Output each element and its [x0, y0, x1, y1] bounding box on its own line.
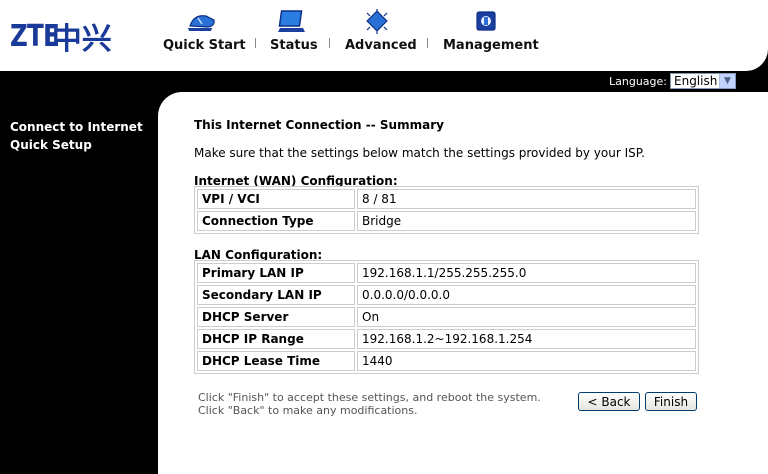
table-row: DHCP Lease Time 1440: [197, 351, 696, 371]
table-row: DHCP IP Range 192.168.1.2~192.168.1.254: [197, 329, 696, 349]
row-value: 1440: [357, 351, 696, 371]
nav-separator: [255, 38, 256, 48]
row-value: 192.168.1.2~192.168.1.254: [357, 329, 696, 349]
nav-label: Quick Start: [163, 38, 246, 53]
logo-chinese: 中兴: [51, 22, 112, 57]
shoe-icon: [188, 15, 215, 31]
row-value: 0.0.0.0/0.0.0.0: [357, 285, 696, 305]
nav-label: Management: [443, 38, 539, 53]
chevron-down-icon[interactable]: ▼: [719, 74, 735, 88]
intro-text: Make sure that the settings below match …: [194, 146, 645, 160]
monitor-icon: [278, 10, 305, 32]
nav-status[interactable]: Status: [270, 8, 318, 53]
nav-label: Advanced: [345, 38, 417, 53]
header-banner: ZTE 中兴 Quick Start Status Advanced Manag…: [0, 0, 768, 71]
nav-management[interactable]: Management: [443, 8, 539, 53]
nav-quick-start[interactable]: Quick Start: [163, 8, 246, 53]
chip-icon: [366, 9, 388, 34]
row-value: 8 / 81: [357, 189, 696, 209]
language-select[interactable]: English ▼: [670, 73, 736, 89]
row-key: Primary LAN IP: [197, 263, 355, 283]
zte-logo[interactable]: ZTE 中兴: [10, 16, 112, 58]
back-button[interactable]: < Back: [578, 392, 640, 411]
table-row: Secondary LAN IP 0.0.0.0/0.0.0.0: [197, 285, 696, 305]
lan-table: Primary LAN IP 192.168.1.1/255.255.255.0…: [194, 260, 699, 374]
nav-advanced[interactable]: Advanced: [345, 8, 417, 53]
table-row: DHCP Server On: [197, 307, 696, 327]
note-line-finish: Click "Finish" to accept these settings,…: [198, 391, 541, 404]
row-key: DHCP IP Range: [197, 329, 355, 349]
table-row: VPI / VCI 8 / 81: [197, 189, 696, 209]
wan-table: VPI / VCI 8 / 81 Connection Type Bridge: [194, 186, 699, 234]
sidebar: Connect to Internet Quick Setup: [10, 118, 155, 154]
row-key: Secondary LAN IP: [197, 285, 355, 305]
logo-text: ZTE: [10, 18, 60, 54]
table-row: Connection Type Bridge: [197, 211, 696, 231]
row-key: DHCP Lease Time: [197, 351, 355, 371]
row-key: DHCP Server: [197, 307, 355, 327]
note-line-back: Click "Back" to make any modifications.: [198, 404, 418, 417]
finish-button[interactable]: Finish: [645, 392, 697, 411]
toolbox-icon: [476, 11, 496, 31]
page-title: This Internet Connection -- Summary: [194, 118, 444, 132]
language-bar: Language: English ▼: [609, 73, 736, 89]
nav-label: Status: [270, 38, 318, 53]
row-value: 192.168.1.1/255.255.255.0: [357, 263, 696, 283]
row-value: On: [357, 307, 696, 327]
row-key: VPI / VCI: [197, 189, 355, 209]
sidebar-item-quick-setup[interactable]: Quick Setup: [10, 136, 155, 154]
nav-separator: [329, 38, 330, 48]
table-row: Primary LAN IP 192.168.1.1/255.255.255.0: [197, 263, 696, 283]
finish-note: Click "Finish" to accept these settings,…: [198, 391, 541, 417]
nav-separator: [427, 38, 428, 48]
sidebar-item-connect-to-internet[interactable]: Connect to Internet: [10, 118, 155, 136]
row-key: Connection Type: [197, 211, 355, 231]
row-value: Bridge: [357, 211, 696, 231]
language-label: Language:: [609, 74, 667, 88]
content-panel: This Internet Connection -- Summary Make…: [158, 92, 768, 474]
language-value: English: [674, 74, 718, 88]
